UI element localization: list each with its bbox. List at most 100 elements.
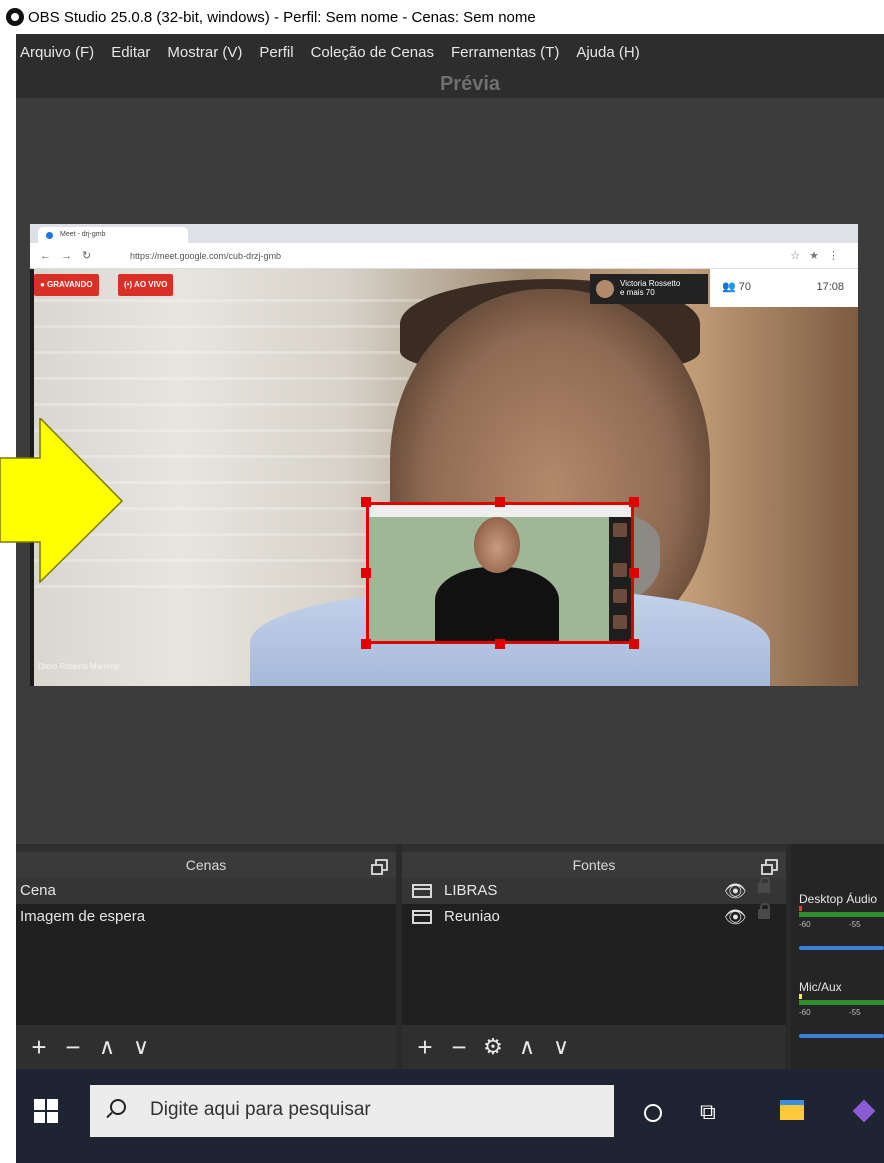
lock-icon[interactable]: [758, 903, 770, 919]
task-view-icon[interactable]: ⧉: [700, 1099, 716, 1125]
participant-name: Victoria Rossetto: [620, 279, 681, 288]
window-capture-icon: [412, 884, 432, 898]
remove-source-button[interactable]: −: [442, 1032, 476, 1062]
preview-label: Prévia: [16, 70, 884, 98]
lock-icon[interactable]: [758, 877, 770, 893]
audio-mixer-dock: Desktop Áudio -60 -55 Mic/Aux -60 -55: [791, 844, 884, 1069]
yellow-arrow-icon: [0, 418, 124, 584]
resize-handle[interactable]: [495, 639, 505, 649]
source-label: Reuniao: [444, 908, 500, 925]
menu-editar[interactable]: Editar: [111, 44, 150, 61]
move-scene-down-button[interactable]: ∨: [124, 1032, 158, 1062]
tick-label: -60: [799, 1008, 811, 1017]
sources-dock: Fontes LIBRAS 👁 Reuniao 👁 + − ⚙ ∧ ∨: [402, 844, 786, 1069]
add-source-button[interactable]: +: [408, 1032, 442, 1062]
mic-aux-peak: [799, 994, 802, 999]
participant-more: e mais 70: [620, 288, 655, 297]
resize-handle[interactable]: [361, 497, 371, 507]
move-source-down-button[interactable]: ∨: [544, 1032, 578, 1062]
resize-handle[interactable]: [629, 639, 639, 649]
resize-handle[interactable]: [495, 497, 505, 507]
desktop-audio-volume-slider[interactable]: [799, 946, 884, 950]
menu-ajuda[interactable]: Ajuda (H): [576, 44, 639, 61]
windows-taskbar: Digite aqui para pesquisar ⧉: [16, 1069, 884, 1163]
participant-thumb: [613, 563, 627, 577]
add-scene-button[interactable]: +: [22, 1032, 56, 1062]
mixer-mic-aux-label: Mic/Aux: [799, 980, 842, 994]
scenes-list: Cena Imagem de espera: [16, 878, 396, 1025]
source-item-reuniao[interactable]: Reuniao 👁: [402, 903, 786, 930]
preview-area[interactable]: Meet - drj-gmb ←→↻ https://meet.google.c…: [16, 98, 884, 844]
gear-icon[interactable]: ⚙: [476, 1032, 510, 1062]
float-dock-icon[interactable]: [371, 859, 388, 875]
menu-ferramentas[interactable]: Ferramentas (T): [451, 44, 559, 61]
mic-aux-volume-slider[interactable]: [799, 1034, 884, 1038]
source-item-libras[interactable]: LIBRAS 👁: [402, 877, 786, 904]
mic-aux-meter: [799, 1000, 884, 1005]
scene-item-cena[interactable]: Cena: [16, 878, 396, 904]
remove-scene-button[interactable]: −: [56, 1032, 90, 1062]
interpreter-body: [435, 567, 559, 641]
reuniao-source-canvas[interactable]: Meet - drj-gmb ←→↻ https://meet.google.c…: [30, 224, 858, 686]
people-count: 70: [738, 281, 752, 293]
search-placeholder: Digite aqui para pesquisar: [150, 1099, 371, 1120]
resize-handle[interactable]: [361, 568, 371, 578]
resize-handle[interactable]: [629, 497, 639, 507]
libras-source-selected[interactable]: [366, 502, 634, 644]
obs-logo-icon: [6, 8, 24, 26]
browser-tab: Meet - drj-gmb: [38, 227, 188, 243]
float-dock-icon[interactable]: [761, 859, 778, 875]
sources-list: LIBRAS 👁 Reuniao 👁: [402, 877, 786, 1025]
tick-label: -55: [849, 1008, 861, 1017]
search-icon: [110, 1099, 126, 1115]
move-source-up-button[interactable]: ∧: [510, 1032, 544, 1062]
title-bar: OBS Studio 25.0.8 (32-bit, windows) - Pe…: [0, 0, 884, 34]
participant-thumb: [613, 523, 627, 537]
browser-tab-strip: Meet - drj-gmb: [30, 224, 858, 243]
scenes-header: Cenas: [16, 852, 396, 878]
file-explorer-icon[interactable]: [780, 1100, 804, 1120]
libras-participant-rail: [609, 517, 631, 641]
menu-arquivo[interactable]: Arquivo (F): [20, 44, 94, 61]
desktop-audio-peak: [799, 906, 802, 911]
taskbar-search-input[interactable]: Digite aqui para pesquisar: [90, 1085, 614, 1137]
mic-aux-ticks: -60 -55: [799, 1008, 861, 1017]
move-scene-up-button[interactable]: ∧: [90, 1032, 124, 1062]
window-title: OBS Studio 25.0.8 (32-bit, windows) - Pe…: [28, 8, 536, 26]
scenes-dock: Cenas Cena Imagem de espera + − ∧ ∨: [16, 844, 396, 1069]
browser-nav-icons: ←→↻: [40, 250, 102, 262]
live-badge: (•) AO VIVO: [118, 274, 174, 296]
source-label: LIBRAS: [444, 882, 498, 899]
desktop-audio-meter: [799, 912, 884, 917]
windows-start-icon[interactable]: [34, 1099, 58, 1123]
tick-label: -60: [799, 920, 811, 929]
people-icon: 👥: [722, 281, 736, 293]
browser-address-bar: ←→↻ https://meet.google.com/cub-drzj-gmb…: [30, 243, 858, 269]
visual-studio-icon[interactable]: [852, 1099, 876, 1123]
menu-perfil[interactable]: Perfil: [259, 44, 293, 61]
tick-label: -55: [849, 920, 861, 929]
participant-chip: Victoria Rossetto e mais 70: [590, 274, 708, 304]
mixer-desktop-audio-label: Desktop Áudio: [799, 892, 878, 906]
eye-icon[interactable]: 👁: [724, 904, 747, 930]
sources-toolbar: + − ⚙ ∧ ∨: [402, 1025, 786, 1069]
browser-toolbar-icons: ☆★⋮: [790, 250, 848, 262]
browser-url: https://meet.google.com/cub-drzj-gmb: [130, 251, 282, 261]
sources-header: Fontes: [402, 852, 786, 878]
menu-colecao-de-cenas[interactable]: Coleção de Cenas: [311, 44, 434, 61]
recording-badge: ● GRAVANDO: [34, 274, 99, 296]
dock-area: Cenas Cena Imagem de espera + − ∧ ∨ Font…: [16, 844, 884, 1069]
menu-mostrar[interactable]: Mostrar (V): [167, 44, 242, 61]
participant-thumb: [613, 615, 627, 629]
participant-thumb: [613, 589, 627, 603]
meet-controls: 👥 70 17:08: [710, 269, 858, 307]
interpreter-head: [474, 517, 520, 573]
scene-item-imagem-de-espera[interactable]: Imagem de espera: [16, 904, 396, 930]
scenes-toolbar: + − ∧ ∨: [16, 1025, 396, 1069]
eye-icon[interactable]: 👁: [724, 878, 747, 904]
cortana-icon[interactable]: [644, 1104, 662, 1122]
desktop-audio-ticks: -60 -55: [799, 920, 861, 929]
meet-time: 17:08: [816, 281, 844, 293]
resize-handle[interactable]: [629, 568, 639, 578]
resize-handle[interactable]: [361, 639, 371, 649]
